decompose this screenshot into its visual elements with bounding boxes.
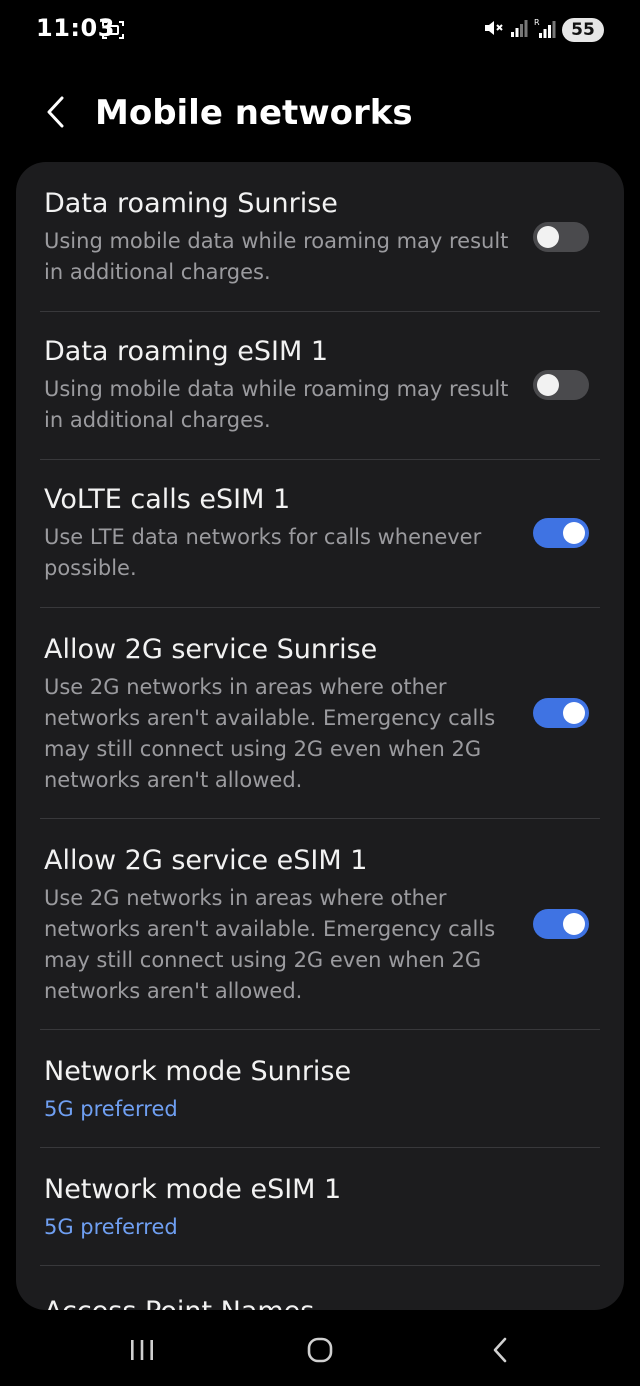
home-icon — [306, 1336, 334, 1368]
data-roaming-esim1-toggle[interactable] — [533, 370, 589, 400]
setting-row-access-point-names[interactable]: Access Point Names — [44, 1294, 314, 1310]
setting-description: Using mobile data while roaming may resu… — [44, 377, 509, 432]
setting-description: Use 2G networks in areas where other net… — [44, 886, 496, 1003]
setting-row-allow-2g-esim1[interactable]: Allow 2G service eSIM 1 Use 2G networks … — [16, 819, 624, 1029]
setting-title: Allow 2G service eSIM 1 — [44, 845, 368, 876]
setting-description: Use LTE data networks for calls whenever… — [44, 525, 482, 580]
back-button[interactable] — [30, 88, 82, 140]
battery-indicator: 55 — [562, 18, 604, 42]
setting-title: Allow 2G service Sunrise — [44, 634, 378, 665]
data-roaming-sunrise-toggle[interactable] — [533, 222, 589, 252]
setting-row-volte-esim1[interactable]: VoLTE calls eSIM 1 Use LTE data networks… — [16, 460, 624, 608]
recent-apps-button[interactable] — [112, 1330, 172, 1374]
screenshot-icon — [102, 20, 124, 40]
settings-card: Data roaming Sunrise Using mobile data w… — [16, 162, 624, 1310]
signal-icon: R — [534, 17, 556, 43]
setting-description: Using mobile data while roaming may resu… — [44, 229, 509, 284]
page-title: Mobile networks — [95, 93, 413, 133]
setting-title: Network mode Sunrise — [44, 1056, 352, 1087]
setting-row-allow-2g-sunrise[interactable]: Allow 2G service Sunrise Use 2G networks… — [16, 608, 624, 818]
navigation-bar — [0, 1316, 640, 1386]
mute-icon — [482, 17, 504, 43]
setting-value: 5G preferred — [44, 1097, 178, 1121]
back-icon — [490, 1336, 510, 1368]
setting-title: Data roaming Sunrise — [44, 188, 338, 219]
setting-row-data-roaming-sunrise[interactable]: Data roaming Sunrise Using mobile data w… — [16, 162, 624, 312]
status-bar: 11:03 R 55 — [0, 0, 640, 62]
setting-description: Use 2G networks in areas where other net… — [44, 675, 496, 792]
nav-back-button[interactable] — [470, 1330, 530, 1374]
divider — [40, 1265, 600, 1266]
allow-2g-sunrise-toggle[interactable] — [533, 698, 589, 728]
setting-title: Data roaming eSIM 1 — [44, 336, 329, 367]
setting-row-network-mode-esim1[interactable]: Network mode eSIM 1 5G preferred — [16, 1148, 624, 1266]
setting-title: VoLTE calls eSIM 1 — [44, 484, 291, 515]
recent-apps-icon — [129, 1338, 155, 1366]
allow-2g-esim1-toggle[interactable] — [533, 909, 589, 939]
setting-title: Network mode eSIM 1 — [44, 1174, 342, 1205]
setting-row-network-mode-sunrise[interactable]: Network mode Sunrise 5G preferred — [16, 1030, 624, 1148]
volte-esim1-toggle[interactable] — [533, 518, 589, 548]
svg-text:R: R — [534, 18, 540, 27]
signal-icon — [510, 18, 528, 42]
setting-row-data-roaming-esim1[interactable]: Data roaming eSIM 1 Using mobile data wh… — [16, 312, 624, 460]
app-header: Mobile networks — [0, 72, 640, 156]
chevron-left-icon — [45, 95, 67, 133]
setting-value: 5G preferred — [44, 1215, 178, 1239]
status-icons: R 55 — [482, 16, 604, 44]
home-button[interactable] — [290, 1330, 350, 1374]
